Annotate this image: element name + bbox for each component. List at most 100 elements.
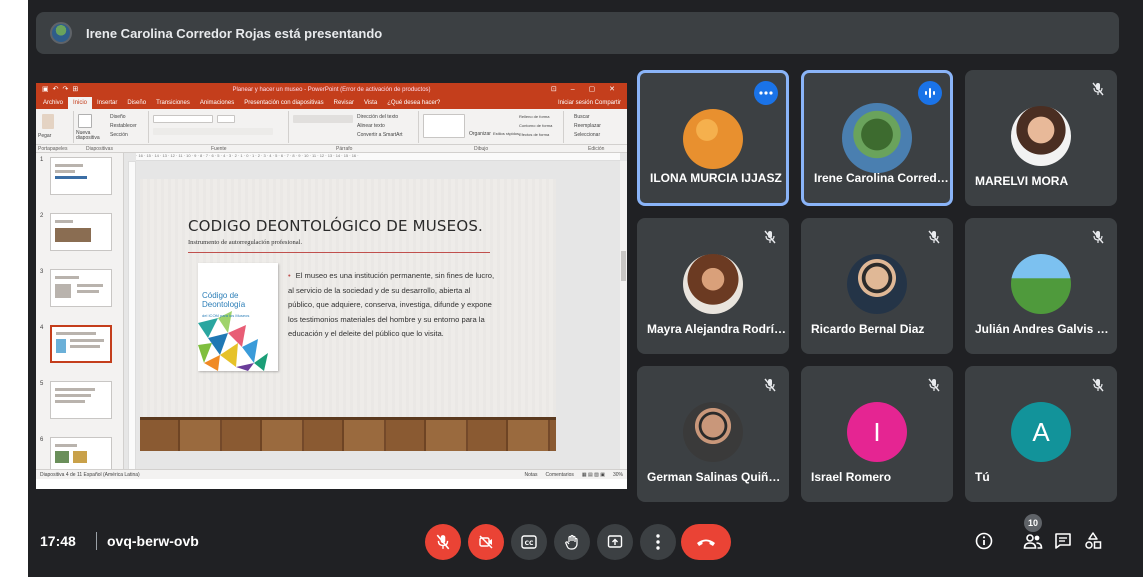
chat-button[interactable]	[1050, 528, 1076, 554]
participant-name: Tú	[975, 470, 990, 484]
mic-off-icon	[928, 230, 940, 244]
participant-tile[interactable]: Ricardo Bernal Diaz	[801, 218, 953, 354]
present-screen-button[interactable]	[597, 524, 633, 560]
shared-screen[interactable]: ▣↶↷⊞ Planear y hacer un museo - PowerPoi…	[36, 83, 627, 489]
ribbon-editing: Buscar Reemplazar Seleccionar	[564, 111, 626, 143]
avatar: I	[847, 402, 907, 462]
thumb-num: 5	[40, 381, 44, 387]
leave-call-button[interactable]	[681, 524, 731, 560]
mic-off-indicator	[1087, 226, 1109, 248]
ppt-tab-revisar: Revisar	[333, 100, 354, 106]
participant-tile-self[interactable]: A Tú	[965, 366, 1117, 502]
mic-off-indicator	[1087, 374, 1109, 396]
ppt-tab-diseno: Diseño	[127, 100, 147, 106]
ribbon-design: Diseño	[110, 114, 126, 120]
participants-button[interactable]	[1020, 528, 1046, 554]
ribbon-find: Buscar	[574, 114, 590, 120]
ribbon-new-slide: Nueva diapositiva	[76, 130, 100, 141]
mic-off-icon	[764, 230, 776, 244]
thumb-num: 2	[40, 213, 44, 219]
ppt-tell-me: ¿Qué desea hacer?	[387, 100, 441, 106]
more-options-button[interactable]	[754, 81, 778, 105]
activities-button[interactable]	[1080, 528, 1106, 554]
status-view-icons: ▦ ▤ ▧ ▣	[581, 471, 605, 478]
ppt-tab-vista: Vista	[363, 100, 378, 106]
people-icon	[1023, 534, 1043, 549]
ribbon-select: Seleccionar	[574, 132, 601, 138]
participant-tile[interactable]: I Israel Romero	[801, 366, 953, 502]
bullet-dot: •	[288, 271, 291, 280]
hang-up-icon	[697, 539, 715, 546]
participant-tile[interactable]: Julián Andres Galvis Pa...	[965, 218, 1117, 354]
ribbon-paragraph: Dirección del texto Alinear texto Conver…	[289, 111, 419, 143]
slide-thumbnail	[50, 157, 112, 195]
ppt-title-bar: ▣↶↷⊞ Planear y hacer un museo - PowerPoi…	[36, 83, 627, 97]
presenter-banner: Irene Carolina Corredor Rojas está prese…	[36, 12, 1119, 54]
participant-name: Irene Carolina Corredor...	[814, 171, 953, 185]
avatar: A	[1011, 402, 1071, 462]
participant-name: Israel Romero	[811, 470, 892, 484]
more-vertical-icon	[656, 534, 660, 550]
ribbon-restore: Restablecer	[110, 123, 137, 129]
bottom-separator	[96, 532, 97, 550]
present-icon	[607, 535, 623, 548]
ppt-tab-transiciones: Transiciones	[156, 100, 190, 106]
audio-level-icon	[925, 88, 935, 98]
camera-toggle-button[interactable]	[468, 524, 504, 560]
participant-tile[interactable]: ILONA MURCIA IJJASZ	[637, 70, 789, 206]
ribbon-quick-styles: Estilos rápidos	[493, 131, 520, 136]
activities-icon	[1085, 532, 1102, 549]
ribbon-paste: Pegar	[38, 133, 52, 139]
group-paragraph: Párrafo	[336, 146, 353, 152]
participant-name: German Salinas Quiñon...	[647, 470, 787, 484]
more-options-button[interactable]	[640, 524, 676, 560]
ppt-scrollbar	[620, 161, 627, 479]
ribbon-smartart: Convertir a SmartArt	[357, 132, 403, 138]
ribbon-slides: Nueva diapositiva Diseño Restablecer Sec…	[74, 111, 149, 143]
thumb-num: 6	[40, 437, 44, 443]
ppt-signin-share: Iniciar sesión Compartir	[557, 100, 621, 106]
book-cover-image: Código de Deontología del ICOM para los …	[198, 263, 278, 371]
captions-button[interactable]: CC	[511, 524, 547, 560]
ribbon-group-labels: Portapapeles Diapositivas Fuente Párrafo…	[36, 145, 627, 153]
mic-off-indicator	[759, 374, 781, 396]
participant-tile[interactable]: German Salinas Quiñon...	[637, 366, 789, 502]
ppt-tab-inicio: Inicio	[68, 97, 93, 109]
slide-subtitle: Instrumento de autorregulación profesion…	[188, 239, 303, 246]
book-subtitle: del ICOM para los Museos	[202, 313, 250, 318]
presenter-avatar	[50, 22, 72, 44]
ribbon-replace: Reemplazar	[574, 123, 601, 129]
captions-icon: CC	[521, 535, 537, 549]
ppt-tab-insertar: Insertar	[97, 100, 118, 106]
status-notes: Notas	[524, 471, 538, 478]
slide-divider	[188, 252, 490, 253]
avatar	[683, 109, 743, 169]
slide-thumbnail	[50, 213, 112, 251]
participant-tile[interactable]: Mayra Alejandra Rodríg...	[637, 218, 789, 354]
raise-hand-button[interactable]	[554, 524, 590, 560]
status-slide-info: Diapositiva 4 de 11 Español (América Lat…	[40, 471, 140, 478]
participant-name: Mayra Alejandra Rodríg...	[647, 322, 787, 336]
mic-off-icon	[1092, 378, 1104, 392]
group-editing: Edición	[588, 146, 605, 152]
group-drawing: Dibujo	[474, 146, 489, 152]
avatar	[847, 254, 907, 314]
horizontal-ruler: · 16 · 15 · 14 · 13 · 12 · 11 · 10 · 9 ·…	[136, 153, 620, 161]
mic-off-icon	[1092, 230, 1104, 244]
participant-tile[interactable]: Irene Carolina Corredor...	[801, 70, 953, 206]
meeting-details-button[interactable]	[971, 528, 997, 554]
participant-tile[interactable]: MARELVI MORA	[965, 70, 1117, 206]
slide-bullet: • El museo es una institución permanente,…	[288, 269, 498, 342]
group-font: Fuente	[211, 146, 227, 152]
group-clipboard: Portapapeles	[38, 146, 68, 152]
vertical-ruler	[128, 161, 136, 471]
mic-off-indicator	[1087, 78, 1109, 100]
more-horizontal-icon	[759, 91, 773, 95]
mic-toggle-button[interactable]	[425, 524, 461, 560]
ppt-status-bar: Diapositiva 4 de 11 Español (América Lat…	[36, 469, 627, 479]
ppt-ribbon-tabs: Archivo Inicio Insertar Diseño Transicio…	[36, 97, 627, 109]
ribbon-shape-fill: Relleno de forma	[519, 114, 550, 119]
ppt-tab-presentacion: Presentación con diapositivas	[244, 100, 324, 106]
ribbon-text-direction: Dirección del texto	[357, 114, 399, 120]
svg-text:CC: CC	[525, 540, 534, 547]
